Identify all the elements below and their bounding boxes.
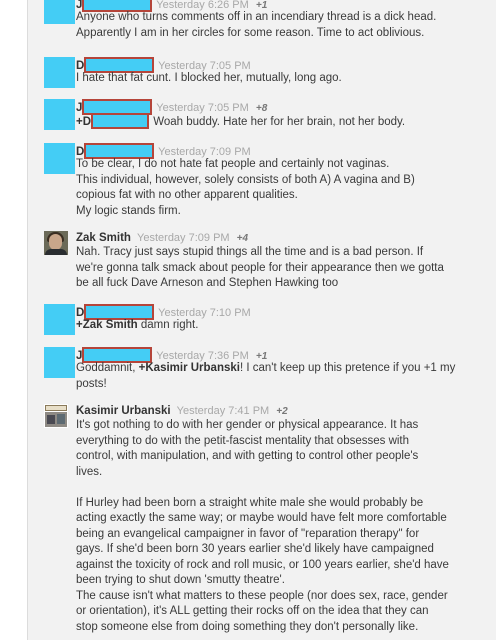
comment-line: we're gonna talk smack about people for … (76, 261, 444, 274)
comment-body: Goddamnit, +Kasimir Urbanski! I can't ke… (76, 361, 492, 392)
comment-line: gays. If she'd been born 30 years earlie… (76, 543, 434, 555)
timestamp[interactable]: Yesterday 7:41 PM (177, 405, 270, 417)
comment-line: This individual, however, solely consist… (76, 173, 415, 186)
avatar-redacted[interactable] (44, 99, 75, 130)
comment-line: Anyone who turns comments off in an ince… (76, 11, 437, 23)
avatar-face-shape (49, 234, 62, 250)
comment-text: ! I can't keep up this pretence if you +… (239, 362, 456, 374)
comment-line: copious fat with no other apparent quali… (76, 189, 298, 201)
comment-line: against the toxicity of rock and roll mu… (76, 558, 449, 571)
avatar-redacted[interactable] (44, 304, 75, 335)
mention-link[interactable]: +Kasimir Urbanski (139, 362, 240, 374)
comment-header: J Yesterday 7:36 PM +1 (76, 347, 492, 363)
comment-line: My logic stands firm. (76, 204, 181, 217)
comment-line: Goddamnit, +Kasimir Urbanski! I can't ke… (76, 361, 492, 377)
mention-link[interactable]: +Zak Smith (76, 319, 138, 331)
comment-line: +Zak Smith damn right. (76, 318, 492, 334)
comment-line: control, with manipulation, and with get… (76, 450, 419, 462)
comment-line: The cause isn't what matters to these pe… (76, 589, 448, 602)
comment-line: lives. (76, 465, 103, 478)
avatar-redacted[interactable] (44, 0, 75, 24)
comment-line: Apparently I am in her circles for some … (76, 26, 425, 39)
comment-line: be all fuck Dave Arneson and Stephen Haw… (76, 277, 339, 289)
comment-header: J Yesterday 6:26 PM +1 (76, 0, 492, 12)
avatar-figure-shape (57, 414, 65, 424)
avatar-redacted[interactable] (44, 143, 75, 174)
comment-body: Anyone who turns comments off in an ince… (76, 10, 492, 41)
comment-line: or orientation), it's ALL getting their … (76, 605, 429, 617)
comment-body: I hate that fat cunt. I blocked her, mut… (76, 71, 492, 87)
avatar-banner-shape (45, 405, 67, 411)
comment-body: It's got nothing to do with her gender o… (76, 418, 492, 635)
comment-line: If Hurley had been born a straight white… (76, 496, 424, 509)
author-name[interactable]: Kasimir Urbanski (76, 405, 171, 417)
comment-header: J Yesterday 7:05 PM +8 (76, 99, 492, 115)
avatar-zak-smith[interactable] (44, 231, 68, 255)
avatar-redacted[interactable] (44, 57, 75, 88)
comment-line: It's got nothing to do with her gender o… (76, 419, 419, 431)
comment-line: everything to do with the petit-fascist … (76, 434, 410, 447)
comment-line: stop someone else from doing something t… (76, 620, 419, 633)
comment-line: I hate that fat cunt. I blocked her, mut… (76, 72, 342, 84)
comment-header: D Yesterday 7:10 PM (76, 304, 492, 320)
comment-header: D Yesterday 7:05 PM (76, 57, 492, 73)
comment-line: +D Woah buddy. Hate her for her brain, n… (76, 113, 492, 131)
avatar-shirt-shape (45, 249, 67, 255)
author-name[interactable]: Zak Smith (76, 232, 131, 244)
avatar-figure-shape (47, 415, 55, 424)
mention-link[interactable]: +D (76, 116, 91, 128)
comment-text: Woah buddy. Hate her for her brain, not … (150, 116, 406, 128)
timestamp[interactable]: Yesterday 7:09 PM (137, 232, 230, 244)
comment-line: posts! (76, 377, 107, 390)
comment-line: To be clear, I do not hate fat people an… (76, 158, 390, 170)
comment-body: To be clear, I do not hate fat people an… (76, 157, 492, 219)
comment-line: acting exactly the same way; or maybe wo… (76, 512, 447, 524)
comment-line: been trying to shut down 'smutty theatre… (76, 574, 285, 586)
comment-header: Kasimir Urbanski Yesterday 7:41 PM +2 (76, 404, 492, 418)
plus-one-count: +4 (236, 233, 249, 244)
comment-text: Goddamnit, (76, 362, 139, 374)
left-sidebar-strip (0, 0, 28, 640)
comment-body: +D Woah buddy. Hate her for her brain, n… (76, 113, 492, 131)
comment-text: damn right. (137, 319, 199, 331)
comment-line: Nah. Tracy just says stupid things all t… (76, 246, 424, 258)
comment-body: +Zak Smith damn right. (76, 318, 492, 334)
comment-line: being an evangelical campaigner in favor… (76, 527, 420, 540)
redacted-name (91, 113, 150, 129)
comment-header: Zak Smith Yesterday 7:09 PM +4 (76, 231, 492, 245)
comment-body: Nah. Tracy just says stupid things all t… (76, 245, 492, 292)
avatar-redacted[interactable] (44, 347, 75, 378)
plus-one-count: +2 (276, 406, 288, 417)
comment-header: D Yesterday 7:09 PM (76, 143, 492, 159)
avatar-kasimir-urbanski[interactable] (44, 404, 68, 428)
